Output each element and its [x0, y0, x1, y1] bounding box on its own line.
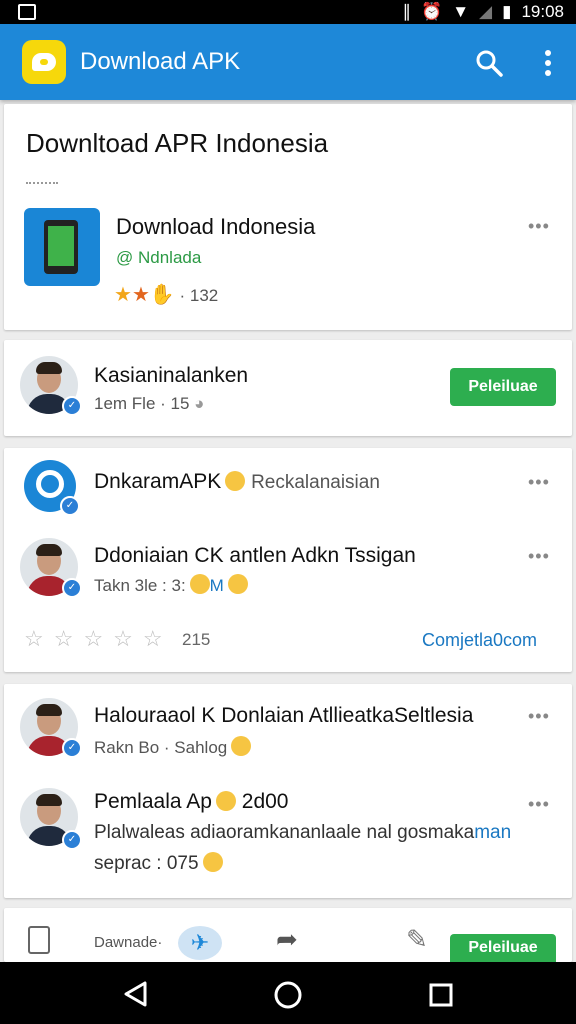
page-title: Downltoad APR Indonesia [26, 128, 329, 158]
post-author[interactable]: Kasianinalanken [94, 364, 248, 388]
wifi-icon: ▼ [452, 2, 470, 21]
header-card: Downltoad APR Indonesia Download Indones… [4, 104, 572, 330]
search-icon[interactable] [474, 48, 504, 78]
comment-link[interactable]: Comjetla0com [422, 630, 537, 651]
more-vert-icon[interactable] [538, 48, 558, 78]
rating-count: · 132 [179, 286, 219, 305]
home-icon[interactable] [273, 980, 303, 1010]
rating-stars[interactable]: ☆☆☆☆☆ [24, 626, 173, 652]
signal-icon: ◢ [479, 2, 493, 21]
comment-icon[interactable]: ◕ [194, 394, 204, 413]
status-time: 19:08 [521, 2, 564, 21]
verified-badge-icon: ✓ [62, 830, 82, 850]
post-meta: Rakn Bo · Sahlog [94, 736, 252, 758]
verified-badge-icon: ✓ [62, 738, 82, 758]
action-bar-card: Dawnade· ✈ ➦ ✎ Peleiluae [4, 908, 572, 962]
vibrate-icon: ∥ [402, 2, 412, 21]
rating-count: 215 [182, 630, 211, 649]
app-logo[interactable] [22, 40, 66, 84]
post-body: Plalwaleas adiaoramkananlaale nal gosmak… [94, 822, 512, 843]
gallery-icon [18, 4, 36, 20]
emoji-icon [225, 471, 246, 491]
back-icon[interactable] [122, 980, 148, 1008]
star-half-icon: ✋ [149, 284, 175, 306]
recents-icon[interactable] [428, 982, 454, 1008]
post-author[interactable]: Halouraaol K Donlaian AtllieatkaSeltlesi… [94, 704, 473, 728]
post-meta: Takn 3le : 3: M [94, 574, 248, 596]
post-meta: 1em Fle · 15 ◕ [94, 394, 205, 413]
more-options-icon[interactable]: ••• [528, 794, 550, 815]
status-bar: ∥ ⏰ ▼ ◢ ▮ 19:08 [0, 0, 576, 24]
more-options-icon[interactable]: ••• [528, 472, 550, 493]
divider [26, 182, 58, 184]
verified-badge-icon: ✓ [62, 396, 82, 416]
forward-icon[interactable]: ➦ [276, 924, 298, 955]
follow-button[interactable]: Peleiluae [450, 368, 556, 406]
emoji-icon [202, 852, 223, 872]
app-bar: Download APK [0, 24, 576, 100]
app-icon[interactable] [24, 208, 100, 286]
more-options-icon[interactable]: ••• [528, 546, 550, 567]
verified-badge-icon: ✓ [62, 578, 82, 598]
post-author[interactable]: DnkaramAPK Reckalanaisian [94, 470, 380, 494]
app-rating: ★★✋ · 132 [114, 282, 218, 307]
follow-button[interactable]: Peleiluae [450, 934, 556, 962]
post-author[interactable]: Pemlaala Ap 2d00 [94, 790, 288, 814]
app-title: Download APK [80, 48, 241, 75]
more-options-icon[interactable]: ••• [528, 216, 550, 237]
edit-icon[interactable]: ✎ [406, 924, 428, 955]
emoji-icon [231, 736, 252, 756]
download-icon[interactable] [28, 926, 50, 954]
navigation-bar [0, 962, 576, 1024]
verified-badge-icon: ✓ [60, 496, 80, 516]
app-name[interactable]: Download Indonesia [116, 214, 315, 240]
post-body: seprac : 075 [94, 852, 223, 875]
battery-icon: ▮ [502, 2, 512, 21]
alarm-icon: ⏰ [421, 2, 443, 21]
post-card: ✓ Halouraaol K Donlaian AtllieatkaSeltle… [4, 684, 572, 898]
app-developer[interactable]: @ Ndnlada [116, 248, 201, 268]
post-card: ✓ Kasianinalanken 1em Fle · 15 ◕ Peleilu… [4, 340, 572, 436]
emoji-icon [227, 574, 248, 594]
more-options-icon[interactable]: ••• [528, 706, 550, 727]
download-label[interactable]: Dawnade· [94, 934, 162, 951]
post-author[interactable]: Ddoniaian CK antlen Adkn Tssigan [94, 544, 416, 568]
emoji-icon [215, 791, 236, 811]
star-filled-icon: ★ [114, 284, 132, 306]
post-card: ✓ DnkaramAPK Reckalanaisian ••• ✓ Ddonia… [4, 448, 572, 672]
share-icon[interactable]: ✈ [178, 926, 222, 960]
emoji-icon [189, 574, 210, 594]
star-filled-icon: ★ [131, 284, 150, 306]
